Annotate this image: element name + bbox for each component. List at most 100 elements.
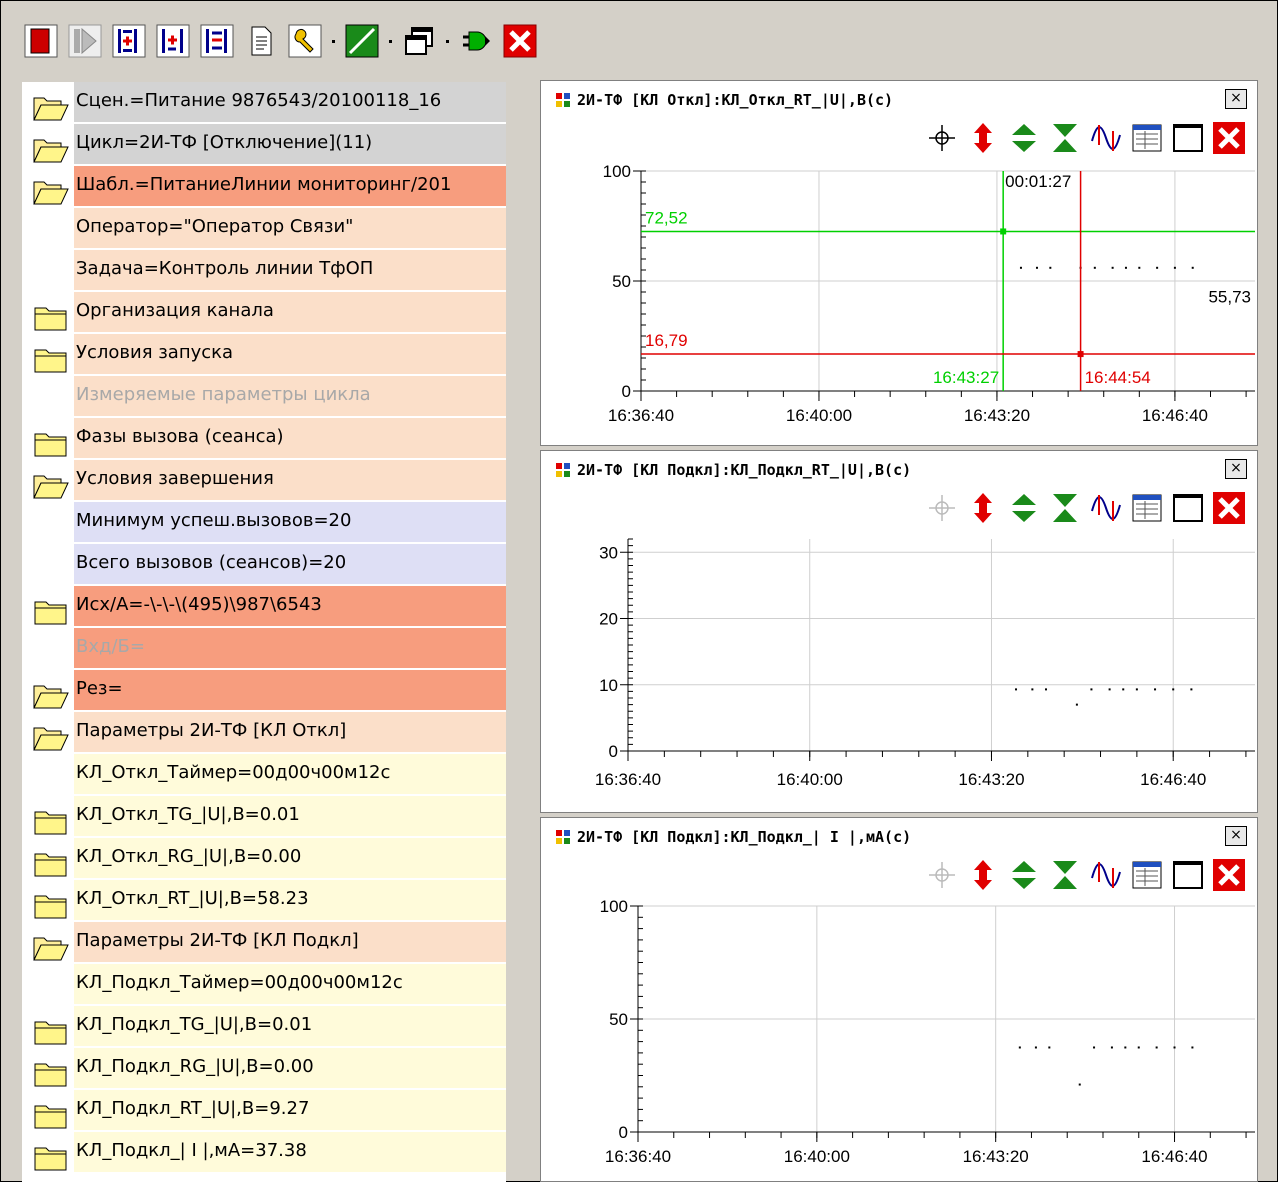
tree-row-label: КЛ_Откл_TG_|U|,В=0.01 [76,804,300,825]
folder-closed-icon[interactable] [32,1018,70,1046]
table-view-button[interactable] [1129,489,1165,527]
tree-row[interactable]: КЛ_Подкл_| I |,мА=37.38 [22,1132,506,1174]
document-button[interactable] [242,20,280,62]
crosshair-button[interactable] [924,119,960,157]
tree-row[interactable]: Оператор="Оператор Связи" [22,208,506,250]
insert-child-button[interactable] [154,20,192,62]
insert-row-button[interactable] [110,20,148,62]
settings-button[interactable] [286,20,324,62]
x-tick-label: 16:40:00 [784,1147,850,1166]
expand-vertical-icon [1012,124,1036,152]
tree-row[interactable]: КЛ_Подкл_RG_|U|,В=0.00 [22,1048,506,1090]
tree-row[interactable]: Фазы вызова (сеанса) [22,418,506,460]
chart-plot[interactable]: 16:36:40 16:40:00 16:43:20 16:46:40 0 50 100 72… [541,159,1259,441]
crosshair-button[interactable] [924,489,960,527]
folder-open-icon[interactable] [32,136,70,164]
stop-button[interactable] [22,20,60,62]
zoom-vertical-icon [974,860,992,890]
play-button[interactable] [66,20,104,62]
panel-close-button[interactable]: × [1225,459,1247,479]
tree-row[interactable]: Вхд/Б= [22,628,506,670]
folder-closed-icon[interactable] [32,346,70,374]
last-value-label: 55,73 [1208,288,1251,307]
dropdown-arrow[interactable] [387,20,394,62]
tree-row[interactable]: Исх/А=-\-\-\(495)\987\6543 [22,586,506,628]
table-view-button[interactable] [1129,856,1165,894]
folder-open-icon[interactable] [32,472,70,500]
tree-row[interactable]: КЛ_Подкл_Таймер=00д00ч00м12с [22,964,506,1006]
tree-row[interactable]: КЛ_Откл_Таймер=00д00ч00м12с [22,754,506,796]
folder-open-icon[interactable] [32,94,70,122]
folder-open-icon[interactable] [32,682,70,710]
tree-row[interactable]: КЛ_Откл_TG_|U|,В=0.01 [22,796,506,838]
tree-row[interactable]: Минимум успеш.вызовов=20 [22,502,506,544]
expand-vertical-button[interactable] [1006,489,1042,527]
tree-row[interactable]: Всего вызовов (сеансов)=20 [22,544,506,586]
tree-row[interactable]: КЛ_Подкл_TG_|U|,В=0.01 [22,1006,506,1048]
tree-row[interactable]: Условия запуска [22,334,506,376]
table-view-button[interactable] [1129,119,1165,157]
x-tick-label: 16:46:40 [1141,1147,1207,1166]
signal-scale-button[interactable] [1088,489,1124,527]
tree-row[interactable]: Шабл.=ПитаниеЛинии мониторинг/201 [22,166,506,208]
folder-closed-icon[interactable] [32,892,70,920]
folder-closed-icon[interactable] [32,850,70,878]
tree-row[interactable]: Параметры 2И-ТФ [КЛ Откл] [22,712,506,754]
tree-row[interactable]: Рез= [22,670,506,712]
chart-title-text: 2И-ТФ [КЛ Откл]:КЛ_Откл_RT_|U|,В(с) [577,91,894,109]
tree-row[interactable]: КЛ_Откл_RG_|U|,В=0.00 [22,838,506,880]
maximize-window-button[interactable] [1170,489,1206,527]
maximize-window-button[interactable] [1170,856,1206,894]
close-chart-button[interactable] [1211,119,1247,157]
tree-row[interactable]: Задача=Контроль линии ТфОП [22,250,506,292]
folder-closed-icon[interactable] [32,808,70,836]
data-point [1173,266,1176,269]
zoom-vertical-button[interactable] [965,119,1001,157]
window-layout-button[interactable] [400,20,438,62]
panel-close-button[interactable]: × [1225,826,1247,846]
dropdown-arrow[interactable] [444,20,451,62]
signal-scale-button[interactable] [1088,119,1124,157]
folder-open-icon[interactable] [32,934,70,962]
folder-closed-icon[interactable] [32,1060,70,1088]
connect-button[interactable] [457,20,495,62]
folder-closed-icon[interactable] [32,1102,70,1130]
zoom-vertical-button[interactable] [965,856,1001,894]
folder-open-icon[interactable] [32,178,70,206]
close-chart-button[interactable] [1211,489,1247,527]
zoom-vertical-button[interactable] [965,489,1001,527]
cursor-marker[interactable] [1000,228,1007,235]
maximize-window-button[interactable] [1170,119,1206,157]
close-button[interactable] [501,20,539,62]
tree-row[interactable]: КЛ_Откл_RT_|U|,В=58.23 [22,880,506,922]
folder-closed-icon[interactable] [32,430,70,458]
folder-open-icon[interactable] [32,724,70,752]
tree-row[interactable]: Условия завершения [22,460,506,502]
folder-closed-icon[interactable] [32,1144,70,1172]
close-chart-button[interactable] [1211,856,1247,894]
chart-plot[interactable]: 16:36:40 16:40:00 16:43:20 16:46:40 0 50 100 [541,896,1259,1178]
compress-vertical-button[interactable] [1047,856,1083,894]
tree-row[interactable]: Измеряемые параметры цикла [22,376,506,418]
compress-vertical-button[interactable] [1047,489,1083,527]
crosshair-button[interactable] [924,856,960,894]
signal-scale-button[interactable] [1088,856,1124,894]
chart-plot[interactable]: 16:36:40 16:40:00 16:43:20 16:46:40 0 10 20 30 [541,529,1259,811]
folder-closed-icon[interactable] [32,304,70,332]
tree-row[interactable]: КЛ_Подкл_RT_|U|,В=9.27 [22,1090,506,1132]
folder-closed-icon[interactable] [32,598,70,626]
tree-row[interactable]: Сцен.=Питание 9876543/20100118_16 [22,82,506,124]
compress-vertical-button[interactable] [1047,119,1083,157]
tree-row[interactable]: Цикл=2И-ТФ [Отключение](11) [22,124,506,166]
expand-vertical-button[interactable] [1006,856,1042,894]
tree-row[interactable]: Организация канала [22,292,506,334]
delete-row-button[interactable] [198,20,236,62]
cursor-marker[interactable] [1077,351,1084,358]
tree-row[interactable]: Параметры 2И-ТФ [КЛ Подкл] [22,922,506,964]
cursor-delta-label: 00:01:27 [1005,172,1071,191]
panel-close-button[interactable]: × [1225,89,1247,109]
tree-row-label: Условия завершения [76,468,274,489]
chart-style-button[interactable] [343,20,381,62]
expand-vertical-button[interactable] [1006,119,1042,157]
dropdown-arrow[interactable] [330,20,337,62]
